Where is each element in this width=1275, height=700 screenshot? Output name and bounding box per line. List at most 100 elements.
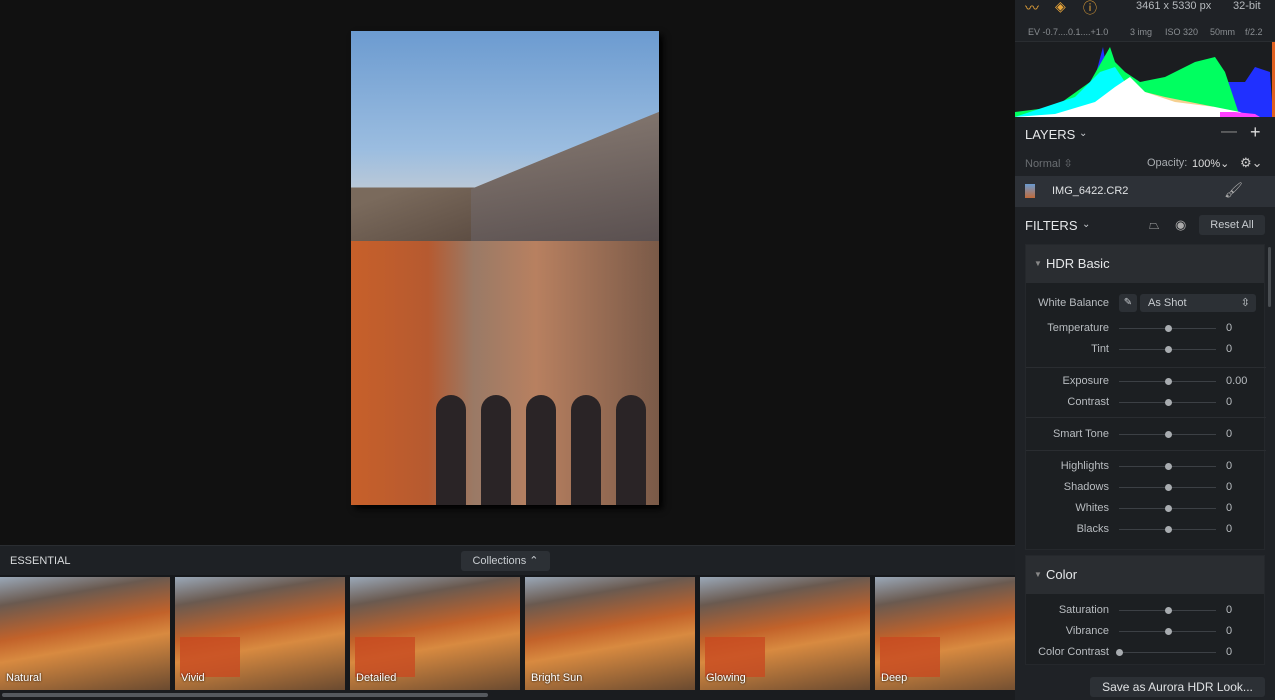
slider-label: Exposure	[1062, 375, 1109, 387]
slider-knob[interactable]	[1164, 325, 1172, 332]
slider-label: Blacks	[1076, 523, 1109, 535]
color-section: ▼ Color Saturation 0 Vibrance 0 Color Contras…	[1025, 555, 1265, 665]
hdr-basic-section: ▼ HDR Basic White Balance ✎ As Shot ⇳ Temp…	[1025, 244, 1266, 550]
iso: ISO 320	[1165, 27, 1199, 37]
slider-temperature[interactable]: Temperature 0	[1026, 322, 1266, 336]
layer-thumbnail	[1025, 184, 1035, 198]
slider-label: Tint	[1091, 343, 1109, 355]
slider-value[interactable]: 0	[1226, 322, 1232, 334]
preset-thumb[interactable]: Deep	[875, 577, 1015, 690]
remove-layer-icon[interactable]: —	[1221, 123, 1237, 141]
opacity-value[interactable]: 100%⌄	[1192, 157, 1229, 170]
slider-highlights[interactable]: Highlights 0	[1026, 460, 1266, 474]
eyedropper-button[interactable]: ✎	[1119, 294, 1137, 312]
slider-label: Highlights	[1060, 460, 1109, 472]
slider-knob[interactable]	[1164, 607, 1172, 614]
blend-mode-select[interactable]: Normal ⇳	[1025, 157, 1073, 170]
slider-blacks[interactable]: Blacks 0	[1026, 523, 1266, 537]
slider-value[interactable]: 0	[1226, 625, 1232, 637]
slider-color-contrast[interactable]: Color Contrast 0	[1026, 646, 1266, 660]
preset-label: Bright Sun	[531, 672, 583, 684]
slider-value[interactable]: 0	[1226, 481, 1232, 493]
slider-tint[interactable]: Tint 0	[1026, 343, 1266, 357]
slider-value[interactable]: 0	[1226, 646, 1232, 658]
image-dimensions: 3461 x 5330 px	[1136, 0, 1212, 12]
divider	[1026, 450, 1266, 451]
filters-title[interactable]: FILTERS	[1025, 218, 1078, 233]
hdr-basic-header[interactable]: ▼ HDR Basic	[1026, 245, 1264, 283]
aperture-icon[interactable]: ◉	[1175, 217, 1186, 233]
slider-value[interactable]: 0	[1226, 396, 1232, 408]
save-look-button[interactable]: Save as Aurora HDR Look...	[1090, 677, 1265, 697]
histogram-icon[interactable]: 〰	[1025, 0, 1039, 18]
ev-range: EV -0.7....0.1....+1.0	[1028, 27, 1109, 37]
slider-knob[interactable]	[1164, 399, 1172, 406]
focal-length: 50mm	[1210, 27, 1236, 37]
slider-smart-tone[interactable]: Smart Tone 0	[1026, 428, 1266, 442]
presets-category: ESSENTIAL	[10, 555, 71, 567]
main-photo	[351, 31, 659, 505]
slider-label: Saturation	[1058, 604, 1109, 616]
presets-strip: Natural Vivid Detailed Bright Sun Glowin…	[0, 575, 1015, 690]
slider-label: Temperature	[1047, 322, 1109, 334]
slider-contrast[interactable]: Contrast 0	[1026, 396, 1266, 410]
preset-thumb[interactable]: Detailed	[350, 577, 520, 690]
slider-value[interactable]: 0	[1226, 502, 1232, 514]
presets-scrollbar[interactable]	[0, 690, 1015, 700]
gear-icon[interactable]: ⚙⌄	[1240, 155, 1263, 171]
slider-knob[interactable]	[1164, 378, 1172, 385]
add-layer-icon[interactable]: +	[1250, 122, 1261, 143]
slider-exposure[interactable]: Exposure 0.00	[1026, 375, 1266, 389]
slider-value[interactable]: 0	[1226, 523, 1232, 535]
reset-all-button[interactable]: Reset All	[1199, 215, 1265, 235]
preset-thumb[interactable]: Glowing	[700, 577, 870, 690]
slider-knob[interactable]	[1116, 649, 1123, 656]
image-count: 3 img	[1130, 27, 1153, 37]
slider-track[interactable]	[1119, 652, 1216, 653]
slider-knob[interactable]	[1164, 526, 1172, 533]
preset-label: Vivid	[181, 672, 205, 684]
preset-thumb[interactable]: Vivid	[175, 577, 345, 690]
layers-title[interactable]: LAYERS	[1025, 127, 1075, 142]
presets-header: ESSENTIAL Collections ⌃	[0, 545, 1015, 575]
preset-label: Detailed	[356, 672, 397, 684]
bit-depth: 32-bit	[1233, 0, 1261, 12]
slider-label: Color Contrast	[1038, 646, 1109, 658]
preset-thumb[interactable]: Bright Sun	[525, 577, 695, 690]
collections-button[interactable]: Collections ⌃	[461, 551, 550, 571]
perspective-icon[interactable]: ⏢	[1149, 217, 1159, 233]
slider-shadows[interactable]: Shadows 0	[1026, 481, 1266, 495]
layers-icon[interactable]: ◈	[1055, 0, 1066, 15]
info-icon[interactable]: ⓘ	[1083, 0, 1097, 18]
slider-knob[interactable]	[1164, 505, 1172, 512]
slider-knob[interactable]	[1164, 346, 1172, 353]
layer-name: IMG_6422.CR2	[1052, 185, 1129, 197]
preset-label: Glowing	[706, 672, 746, 684]
opacity-label: Opacity:	[1147, 157, 1188, 169]
slider-whites[interactable]: Whites 0	[1026, 502, 1266, 516]
image-canvas	[0, 0, 1015, 545]
preset-thumb[interactable]: Natural	[0, 577, 170, 690]
layer-item[interactable]: IMG_6422.CR2 🖌	[1015, 176, 1275, 207]
slider-vibrance[interactable]: Vibrance 0	[1026, 625, 1266, 639]
slider-label: Shadows	[1063, 481, 1109, 493]
white-balance-select[interactable]: As Shot ⇳	[1140, 294, 1256, 312]
filters-scrollbar[interactable]	[1268, 247, 1271, 307]
slider-value[interactable]: 0	[1226, 604, 1232, 616]
slider-saturation[interactable]: Saturation 0	[1026, 604, 1266, 618]
slider-value[interactable]: 0	[1226, 428, 1232, 440]
white-balance-label: White Balance	[1038, 297, 1109, 309]
slider-value[interactable]: 0	[1226, 460, 1232, 472]
preset-label: Deep	[881, 672, 908, 684]
slider-value[interactable]: 0	[1226, 343, 1232, 355]
brush-icon[interactable]: 🖌	[1224, 181, 1243, 199]
slider-knob[interactable]	[1164, 628, 1172, 635]
divider	[1026, 367, 1266, 368]
slider-knob[interactable]	[1164, 431, 1172, 438]
slider-label: Contrast	[1067, 396, 1109, 408]
color-header[interactable]: ▼ Color	[1026, 556, 1264, 594]
slider-knob[interactable]	[1164, 484, 1172, 491]
slider-value[interactable]: 0.00	[1226, 375, 1247, 387]
slider-label: Vibrance	[1065, 625, 1109, 637]
slider-knob[interactable]	[1164, 463, 1172, 470]
